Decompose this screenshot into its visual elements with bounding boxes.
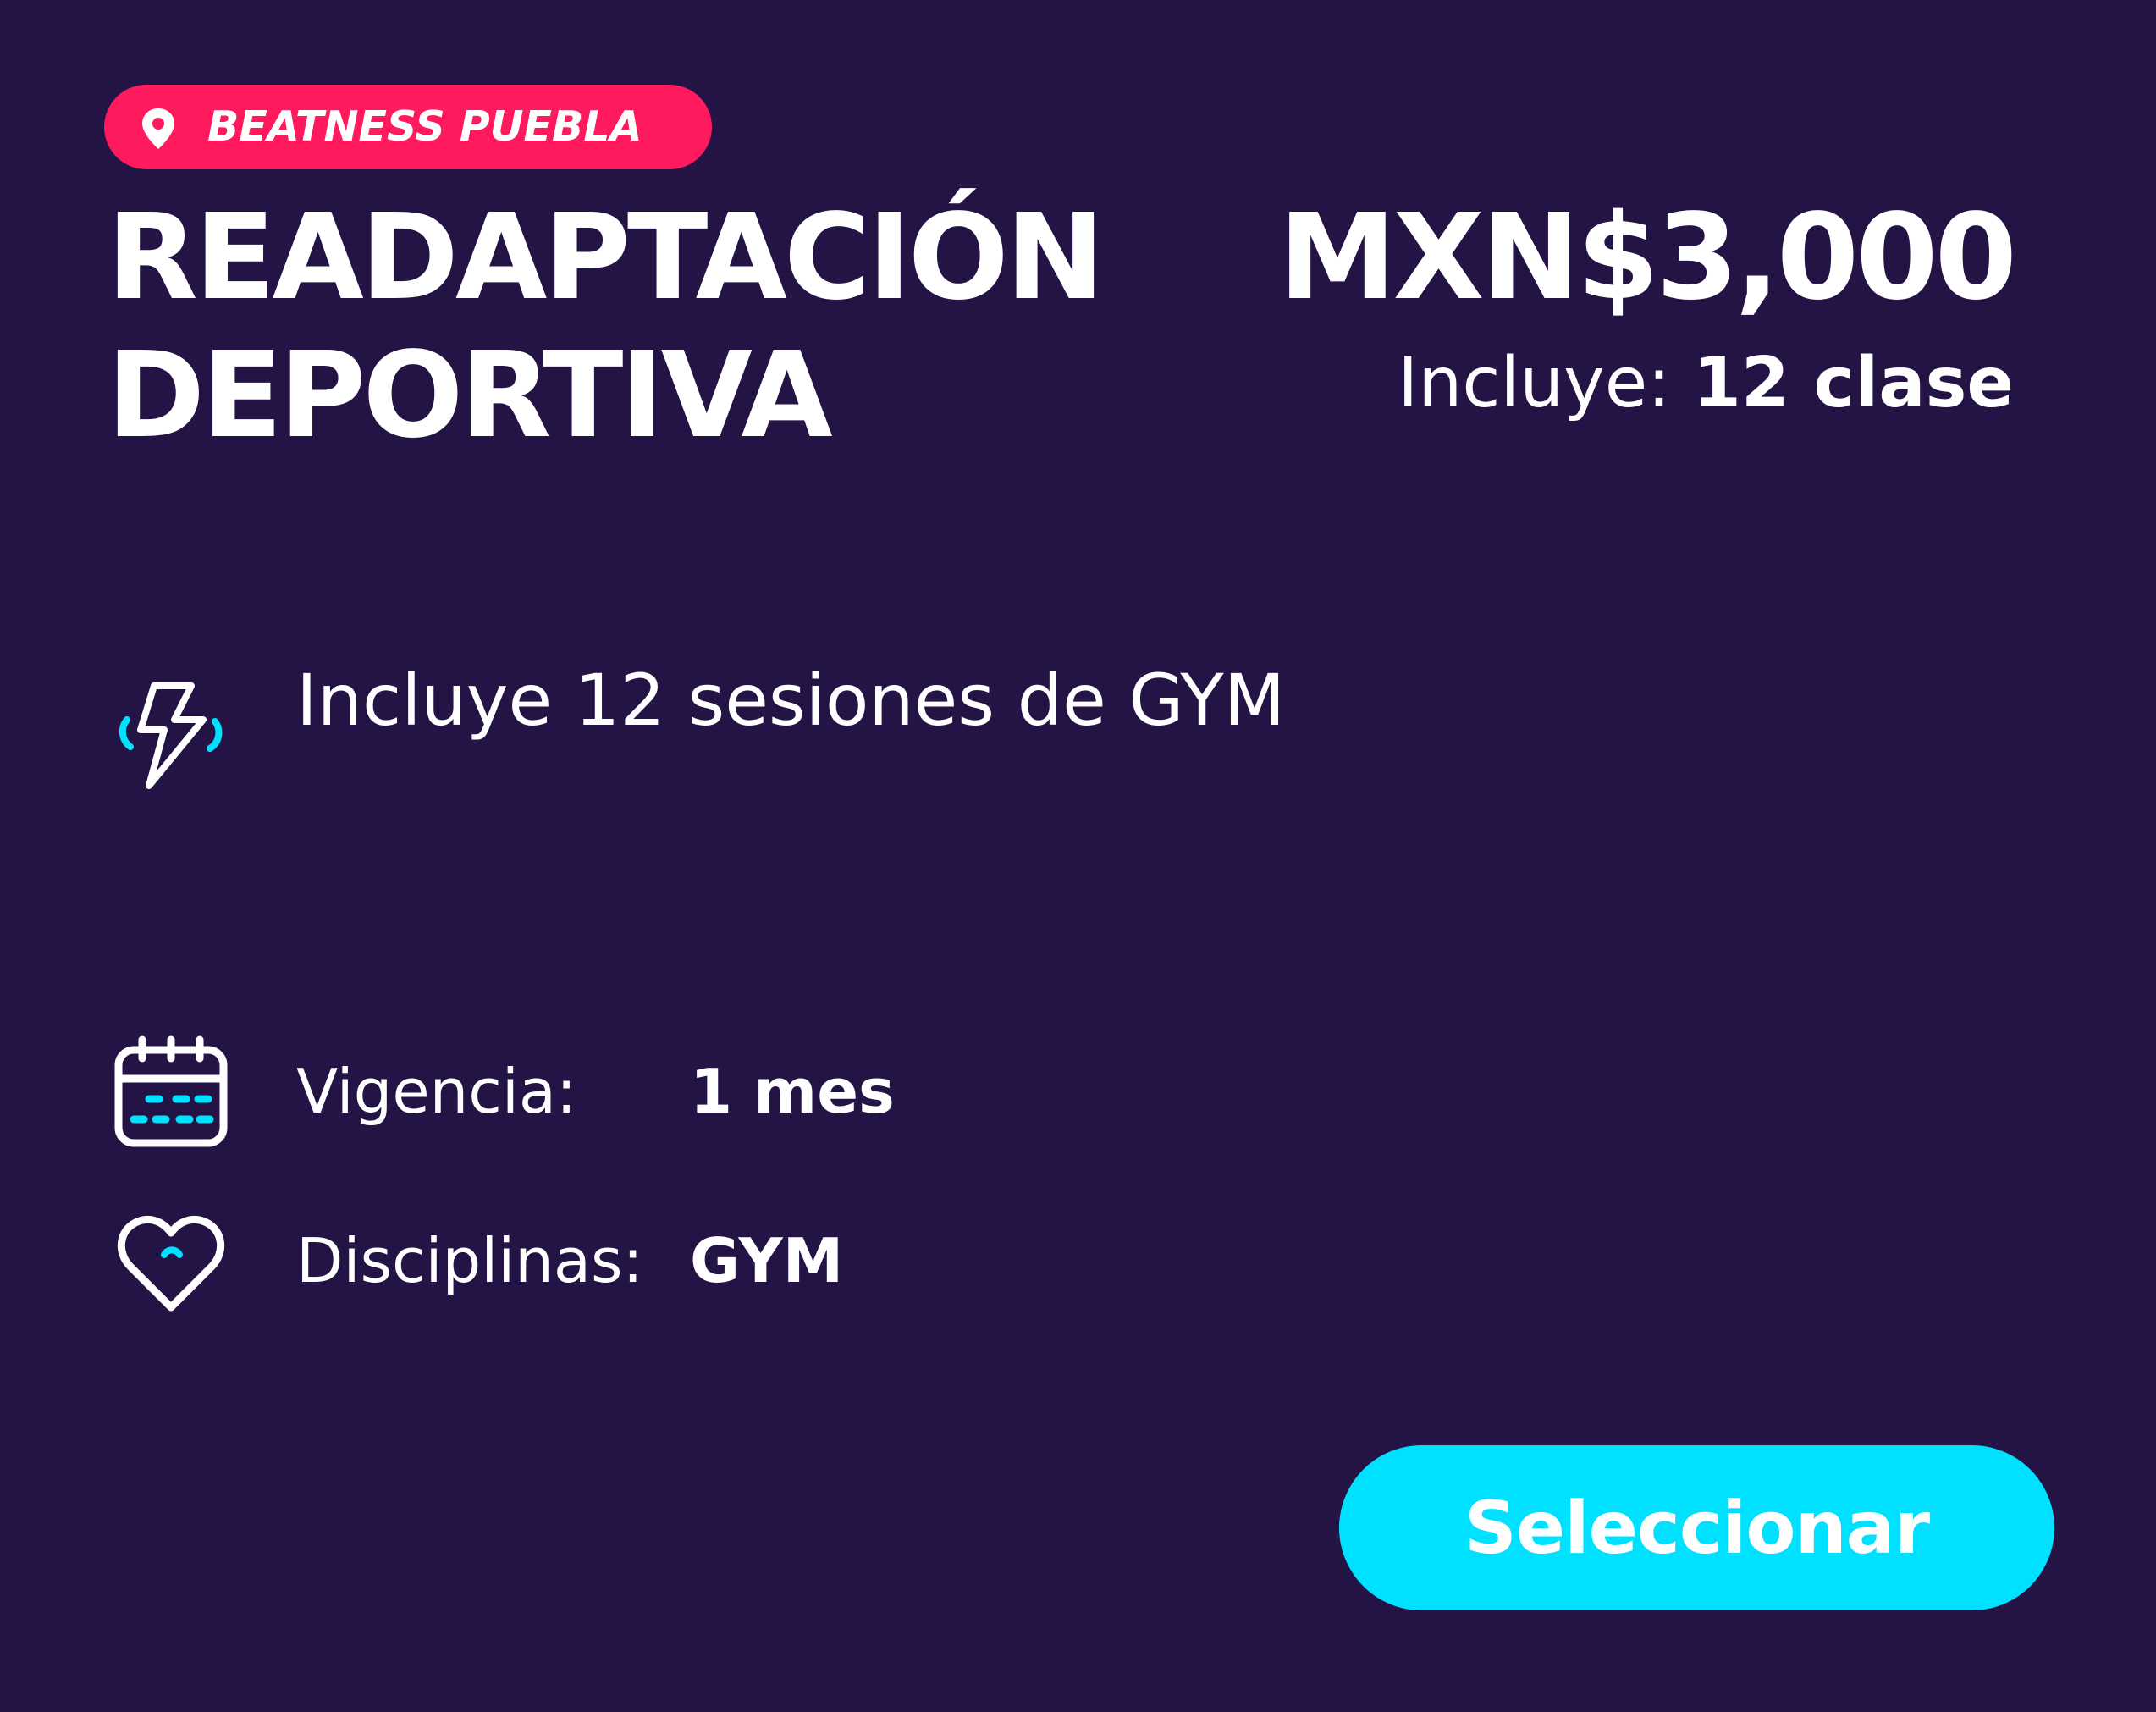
plan-includes: Incluye: 12 clase	[1398, 349, 2014, 418]
plan-card: BEATNESS PUEBLA READAPTACIÓN DEPORTIVA M…	[0, 0, 2156, 1712]
validity-value: 1 mes	[690, 1056, 895, 1127]
calendar-icon	[114, 1035, 228, 1147]
heart-icon	[117, 1216, 225, 1312]
feature-description: Incluye 12 sesiones de GYM	[296, 659, 1286, 742]
plan-title-line-1: READAPTACIÓN	[107, 189, 1105, 327]
disciplines-value: GYM	[690, 1225, 844, 1296]
validity-label: Vigencia:	[296, 1056, 577, 1127]
map-pin-icon	[142, 108, 174, 149]
plan-title-line-2: DEPORTIVA	[107, 327, 833, 465]
disciplines-label: Disciplinas:	[296, 1225, 643, 1296]
location-badge: BEATNESS PUEBLA	[104, 85, 712, 169]
location-label: BEATNESS PUEBLA	[207, 102, 642, 151]
plan-includes-value: 12 clase	[1692, 343, 2014, 423]
select-button[interactable]: Seleccionar	[1339, 1445, 2054, 1610]
plan-includes-label: Incluye:	[1398, 343, 1671, 423]
plan-price: MXN$3,000	[1278, 189, 2017, 327]
lightning-bolt-icon	[119, 682, 223, 789]
